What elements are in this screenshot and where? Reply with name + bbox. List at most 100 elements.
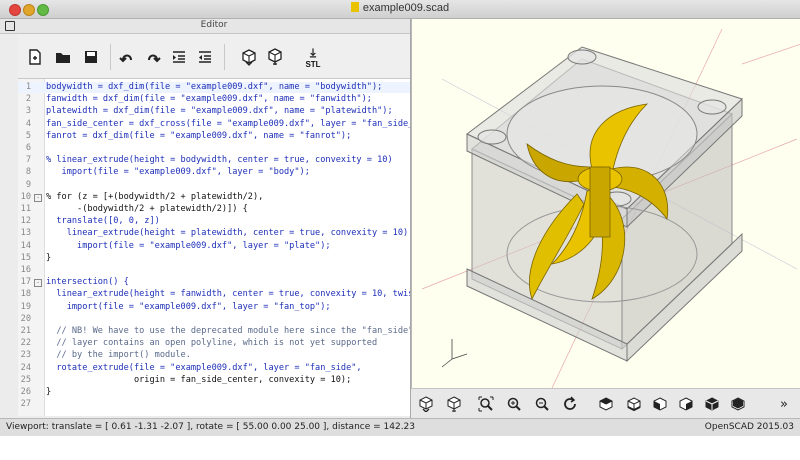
code-line[interactable]: 11 -(bodywidth/2 + platewidth/2)]) { xyxy=(18,204,410,215)
code-line[interactable]: 27 xyxy=(18,399,410,410)
code-line[interactable]: 21 // NB! We have to use the deprecated … xyxy=(18,326,410,337)
code-line[interactable]: 26} xyxy=(18,387,410,398)
indent-button[interactable] xyxy=(168,46,190,68)
code-text: linear_extrude(height = platewidth, cent… xyxy=(46,228,409,239)
code-line[interactable]: 14 import(file = "example009.dxf", layer… xyxy=(18,241,410,252)
line-number: 4 xyxy=(25,118,31,129)
save-button[interactable] xyxy=(80,46,102,68)
code-text: import(file = "example009.dxf", layer = … xyxy=(46,301,331,312)
code-line[interactable]: 3 platewidth = dxf_dim(file = "example009… xyxy=(18,106,410,117)
line-number: 14 xyxy=(20,240,31,251)
line-number: 9 xyxy=(25,179,31,190)
redo-button[interactable] xyxy=(142,46,164,68)
reset-view-icon xyxy=(564,396,576,410)
code-line[interactable]: 7 % linear_extrude(height = bodywidth, ce… xyxy=(18,155,410,166)
undock-icon[interactable] xyxy=(5,21,15,31)
render-button[interactable] xyxy=(264,46,286,68)
line-number: 27 xyxy=(20,399,31,410)
indent-icon xyxy=(173,51,185,63)
code-text: translate([0, 0, z]) xyxy=(46,216,160,227)
code-text: rotate_extrude(file = "example009.dxf", … xyxy=(46,362,362,373)
line-number: 3 xyxy=(25,106,31,117)
code-line[interactable]: 8 import(file = "example009.dxf", layer … xyxy=(18,167,410,178)
line-number: 17 xyxy=(20,277,31,288)
code-line[interactable]: 13 linear_extrude(height = platewidth, c… xyxy=(18,228,410,239)
preview-view-button[interactable] xyxy=(417,395,435,413)
view-left-button[interactable] xyxy=(651,395,669,413)
code-text: // layer contains an open polyline, whic… xyxy=(46,338,378,349)
preview-view-icon xyxy=(419,396,433,412)
reset-view-button[interactable] xyxy=(561,395,579,413)
view-top-icon xyxy=(599,397,613,411)
preview-button[interactable] xyxy=(238,46,260,68)
line-number: 19 xyxy=(20,301,31,312)
code-line[interactable]: 19 import(file = "example009.dxf", layer… xyxy=(18,302,410,313)
window-title: example009.scad xyxy=(362,2,450,14)
view-right-button[interactable] xyxy=(677,395,695,413)
code-line[interactable]: 2 fanwidth = dxf_dim(file = "example009.d… xyxy=(18,94,410,105)
code-line[interactable]: 16 xyxy=(18,265,410,276)
code-line[interactable]: 4 fan_side_center = dxf_cross(file = "exa… xyxy=(18,119,410,130)
code-text: } xyxy=(46,252,52,263)
zoom-in-button[interactable] xyxy=(505,395,523,413)
code-line[interactable]: 10-% for (z = [+(bodywidth/2 + platewidt… xyxy=(18,192,410,203)
code-line[interactable]: 15} xyxy=(18,253,410,264)
line-number: 7 xyxy=(25,155,31,166)
code-line[interactable]: 22 // layer contains an open polyline, w… xyxy=(18,338,410,349)
view-back-button[interactable] xyxy=(729,395,747,413)
title-bar: example009.scad xyxy=(0,0,800,19)
line-number: 5 xyxy=(25,130,31,141)
code-line[interactable]: 23 // by the import() module. xyxy=(18,350,410,361)
line-number: 16 xyxy=(20,265,31,275)
open-file-button[interactable] xyxy=(52,46,74,68)
code-line[interactable]: 25 origin = fan_side_center, convexity =… xyxy=(18,375,410,386)
code-text: fanwidth = dxf_dim(file = "example009.dx… xyxy=(46,94,372,105)
3d-viewport[interactable] xyxy=(411,19,800,388)
app-window: example009.scad Editor STL 1 bodywidth =… xyxy=(0,0,800,436)
line-number: 24 xyxy=(20,362,31,373)
render-view-button[interactable] xyxy=(445,395,463,413)
export-stl-icon xyxy=(309,47,317,57)
code-line[interactable]: 1 bodywidth = dxf_dim(file = "example009.… xyxy=(18,82,410,93)
export-stl-button[interactable]: STL xyxy=(300,42,326,72)
view-front-button[interactable] xyxy=(703,395,721,413)
code-line[interactable]: 24 rotate_extrude(file = "example009.dxf… xyxy=(18,363,410,374)
fold-toggle-icon[interactable]: - xyxy=(34,279,42,288)
fold-toggle-icon[interactable]: - xyxy=(34,193,42,202)
unindent-button[interactable] xyxy=(194,46,216,68)
code-editor[interactable]: 1 bodywidth = dxf_dim(file = "example009.… xyxy=(18,79,410,416)
code-line[interactable]: 6 xyxy=(18,143,410,154)
undo-button[interactable] xyxy=(116,46,138,68)
editor-dock-strip xyxy=(0,19,18,34)
new-file-button[interactable] xyxy=(24,46,46,68)
model-render xyxy=(421,28,800,388)
line-number: 23 xyxy=(20,350,31,361)
code-line[interactable]: 17- intersection() { xyxy=(18,277,410,288)
code-line[interactable]: 20 xyxy=(18,314,410,325)
line-number: 13 xyxy=(20,228,31,239)
code-line[interactable]: 9 xyxy=(18,180,410,191)
code-text: // NB! We have to use the deprecated mod… xyxy=(46,326,410,336)
code-text: linear_extrude(height = fanwidth, center… xyxy=(56,289,410,300)
editor-toolbar: STL xyxy=(18,34,410,79)
render-icon xyxy=(268,48,282,65)
code-line[interactable]: 12 translate([0, 0, z]) xyxy=(18,216,410,227)
more-icon: » xyxy=(780,396,788,412)
view-top-button[interactable] xyxy=(597,395,615,413)
code-text: % linear_extrude(height = bodywidth, cen… xyxy=(46,155,393,166)
code-text: -(bodywidth/2 + platewidth/2)]) { xyxy=(46,204,248,214)
view-bottom-icon xyxy=(627,397,641,412)
more-button[interactable]: » xyxy=(775,395,793,413)
unindent-icon xyxy=(199,51,211,63)
code-line[interactable]: 18 linear_extrude(height = fanwidth, cen… xyxy=(18,289,410,300)
line-number: 6 xyxy=(25,143,31,153)
line-number: 10 xyxy=(20,191,31,202)
line-number: 20 xyxy=(20,313,31,324)
viewport-toolbar: » xyxy=(411,388,800,419)
zoom-all-button[interactable] xyxy=(477,395,495,413)
code-text: fanrot = dxf_dim(file = "example009.dxf"… xyxy=(46,130,352,141)
zoom-out-button[interactable] xyxy=(533,395,551,413)
code-line[interactable]: 5 fanrot = dxf_dim(file = "example009.dxf… xyxy=(18,131,410,142)
zoom-out-icon xyxy=(535,397,549,411)
view-bottom-button[interactable] xyxy=(625,395,643,413)
